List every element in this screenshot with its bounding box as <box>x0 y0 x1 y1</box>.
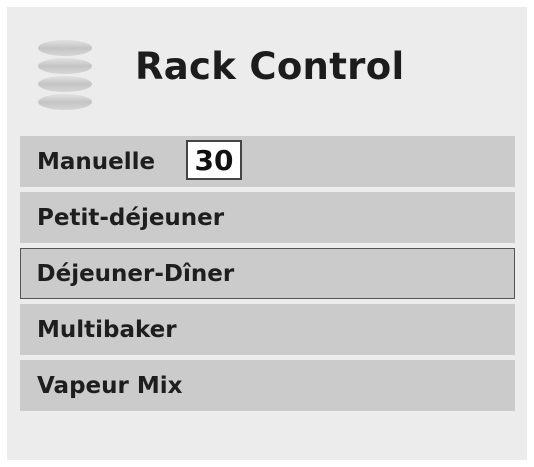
menu-item-manuelle[interactable]: Manuelle <box>20 136 515 187</box>
menu-item-multibaker[interactable]: Multibaker <box>20 304 515 355</box>
rack-icon <box>35 35 95 117</box>
menu-item-petit-dejeuner[interactable]: Petit-déjeuner <box>20 192 515 243</box>
menu-item-label: Déjeuner-Dîner <box>36 260 235 287</box>
menu-item-label: Manuelle <box>37 148 156 175</box>
menu-item-vapeur-mix[interactable]: Vapeur Mix <box>20 360 515 411</box>
rack-control-panel: Rack Control Manuelle Petit-déjeuner Déj… <box>7 7 527 460</box>
program-menu: Manuelle Petit-déjeuner Déjeuner-Dîner M… <box>20 136 515 416</box>
menu-item-label: Petit-déjeuner <box>37 204 225 231</box>
menu-item-label: Vapeur Mix <box>37 372 183 399</box>
manual-value-input[interactable] <box>186 140 242 180</box>
header: Rack Control <box>7 7 527 135</box>
menu-item-dejeuner-diner[interactable]: Déjeuner-Dîner <box>20 248 515 299</box>
menu-item-label: Multibaker <box>37 316 177 343</box>
page-title: Rack Control <box>135 45 405 88</box>
